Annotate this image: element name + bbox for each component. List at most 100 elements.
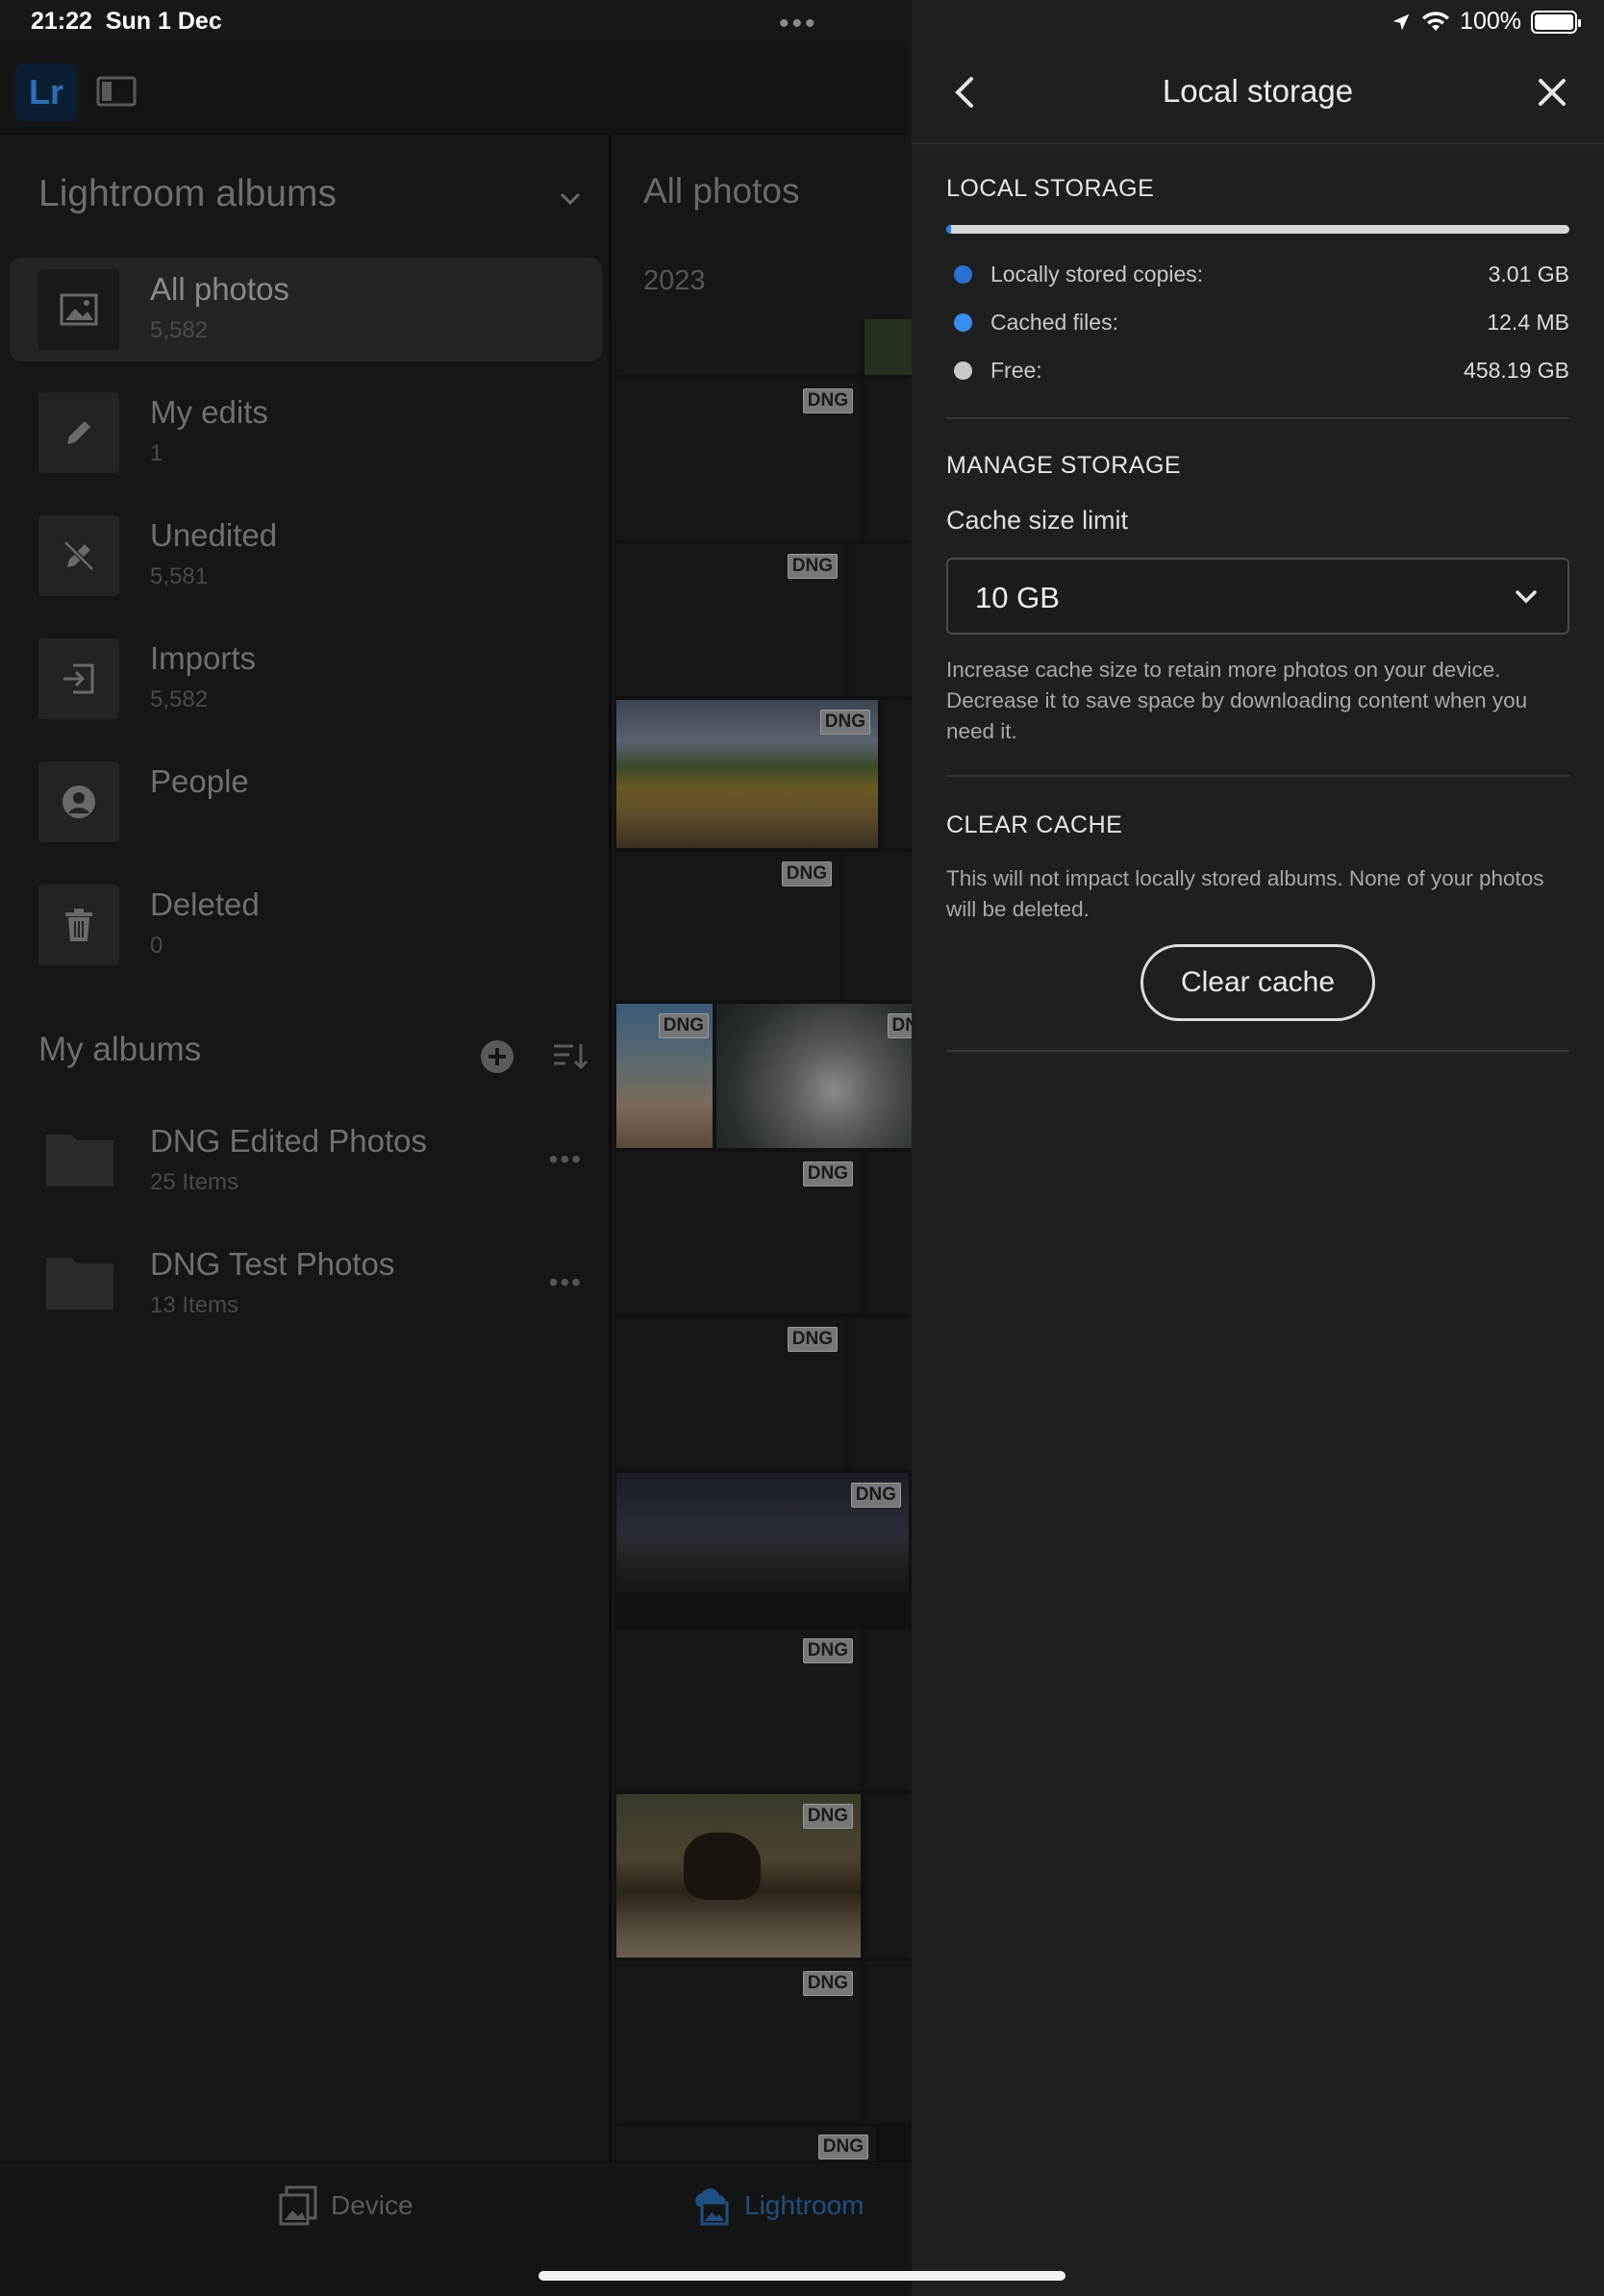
storage-usage-bar bbox=[946, 225, 1569, 234]
legend-row-cached-files: Cached files: 12.4 MB bbox=[946, 304, 1569, 342]
album-count: 0 bbox=[150, 933, 163, 959]
status-bar: 21:22 Sun 1 Dec ••• 100% bbox=[0, 0, 1604, 46]
album-count: 5,582 bbox=[150, 686, 209, 712]
local-storage-heading: LOCAL STORAGE bbox=[946, 175, 1155, 202]
photo-thumbnail[interactable]: DNG bbox=[616, 2127, 876, 2161]
photo-thumbnail[interactable]: DNG bbox=[616, 1317, 845, 1469]
clear-cache-button[interactable]: Clear cache bbox=[1140, 944, 1375, 1021]
photo-thumbnail[interactable] bbox=[882, 700, 912, 848]
my-albums-heading: My albums bbox=[38, 1031, 202, 1068]
photo-thumbnail[interactable]: DNG bbox=[616, 1961, 861, 2123]
photo-thumbnail[interactable] bbox=[843, 852, 912, 1000]
panel-header: Local storage bbox=[912, 46, 1604, 144]
panel-title: Local storage bbox=[1162, 73, 1354, 109]
dng-badge: DNG bbox=[802, 388, 853, 413]
album-item-my-edits[interactable]: My edits 1 bbox=[10, 381, 602, 485]
legend-dot bbox=[954, 265, 972, 284]
multitasking-dots[interactable]: ••• bbox=[779, 8, 818, 40]
cloud-photos-icon bbox=[695, 2188, 729, 2226]
album-name: Imports bbox=[150, 640, 257, 676]
photo-thumbnail[interactable]: DNG bbox=[616, 1794, 861, 1958]
pencil-off-icon bbox=[38, 515, 119, 596]
dng-badge: DNG bbox=[802, 1638, 853, 1663]
album-item-deleted[interactable]: Deleted 0 bbox=[10, 873, 602, 977]
album-count: 25 Items bbox=[150, 1169, 239, 1195]
album-more-icon[interactable]: ••• bbox=[549, 1267, 583, 1298]
album-item-unedited[interactable]: Unedited 5,581 bbox=[10, 504, 602, 608]
dng-badge: DN bbox=[887, 1013, 912, 1038]
album-name: All photos bbox=[150, 271, 289, 307]
cache-size-value: 10 GB bbox=[975, 581, 1060, 614]
photo-thumbnail[interactable] bbox=[849, 544, 912, 696]
sidebar-toggle-icon[interactable] bbox=[96, 75, 137, 108]
photo-thumbnail[interactable]: DNG bbox=[616, 1629, 861, 1790]
photo-thumbnail[interactable] bbox=[849, 1317, 912, 1469]
location-icon bbox=[1392, 13, 1410, 30]
legend-label: Cached files: bbox=[990, 310, 1118, 335]
photo-thumbnail[interactable] bbox=[865, 319, 912, 375]
add-album-icon[interactable] bbox=[479, 1038, 515, 1075]
photo-thumbnail[interactable]: DNG bbox=[616, 700, 878, 848]
album-item-people[interactable]: People bbox=[10, 750, 602, 854]
album-name: Deleted bbox=[150, 886, 260, 922]
legend-label: Free: bbox=[990, 358, 1042, 383]
tab-device-label: Device bbox=[331, 2190, 414, 2220]
chevron-down-icon[interactable] bbox=[554, 183, 587, 215]
divider bbox=[946, 1050, 1569, 1052]
photo-thumbnail[interactable]: DN bbox=[716, 1004, 912, 1148]
tab-lightroom-label: Lightroom bbox=[744, 2190, 865, 2220]
legend-value: 458.19 GB bbox=[1464, 358, 1569, 383]
manage-storage-heading: MANAGE STORAGE bbox=[946, 452, 1182, 479]
album-name: Unedited bbox=[150, 517, 278, 553]
album-item-dng-edited-photos[interactable]: DNG Edited Photos 25 Items ••• bbox=[10, 1110, 602, 1213]
lightroom-app: Lr Lightroom albums All photos 5,582 My … bbox=[0, 0, 912, 2296]
legend-dot bbox=[954, 362, 972, 380]
home-indicator[interactable] bbox=[539, 2271, 1065, 2281]
photo-thumbnail[interactable] bbox=[865, 1629, 912, 1790]
clear-cache-help: This will not impact locally stored albu… bbox=[946, 866, 1544, 921]
sort-icon[interactable] bbox=[552, 1040, 589, 1073]
dng-badge: DNG bbox=[781, 861, 832, 886]
photo-thumbnail[interactable]: DNG bbox=[616, 379, 861, 540]
photo-thumbnail[interactable] bbox=[865, 1152, 912, 1313]
photo-thumbnail[interactable] bbox=[865, 379, 912, 540]
dng-badge: DNG bbox=[850, 1483, 901, 1508]
divider bbox=[946, 775, 1569, 777]
photo-thumbnail[interactable]: DNG bbox=[616, 544, 845, 696]
status-time: 21:22 Sun 1 Dec bbox=[31, 8, 222, 35]
photo-thumbnail[interactable]: DNG bbox=[616, 1004, 713, 1148]
dng-badge: DNG bbox=[787, 554, 838, 579]
cache-size-label: Cache size limit bbox=[946, 506, 1129, 535]
album-more-icon[interactable]: ••• bbox=[549, 1144, 583, 1175]
album-count: 1 bbox=[150, 440, 163, 466]
tab-device[interactable]: Device bbox=[279, 2185, 414, 2226]
dng-badge: DNG bbox=[802, 1804, 853, 1829]
album-item-all-photos[interactable]: All photos 5,582 bbox=[10, 258, 602, 362]
dng-badge: DNG bbox=[819, 710, 870, 735]
photo-grid: All photos 2023 DNG DNG DNG DNG DNG DN D… bbox=[614, 135, 912, 2161]
wifi-icon bbox=[1422, 11, 1450, 31]
import-icon bbox=[38, 638, 119, 719]
storage-usage-fill bbox=[946, 225, 951, 234]
person-icon bbox=[38, 761, 119, 842]
photo-thumbnail[interactable] bbox=[865, 1961, 912, 2123]
battery-percent: 100% bbox=[1460, 8, 1521, 35]
close-icon[interactable] bbox=[1535, 75, 1569, 110]
grid-title: All photos bbox=[643, 171, 800, 211]
lightroom-albums-heading: Lightroom albums bbox=[38, 173, 337, 214]
clear-cache-heading: CLEAR CACHE bbox=[946, 811, 1123, 838]
album-name: My edits bbox=[150, 394, 268, 430]
app-top-bar: Lr bbox=[0, 46, 912, 135]
photo-thumbnail[interactable]: DNG bbox=[616, 1473, 909, 1598]
album-item-dng-test-photos[interactable]: DNG Test Photos 13 Items ••• bbox=[10, 1233, 602, 1336]
tab-lightroom[interactable]: Lightroom bbox=[689, 2185, 865, 2226]
photo-thumbnail[interactable] bbox=[616, 319, 861, 375]
photo-thumbnail[interactable] bbox=[865, 1794, 912, 1958]
photo-thumbnail[interactable]: DNG bbox=[616, 1152, 861, 1313]
dng-badge: DNG bbox=[787, 1327, 838, 1352]
cache-size-select[interactable]: 10 GB bbox=[946, 558, 1569, 635]
photo-thumbnail[interactable]: DNG bbox=[616, 852, 840, 1000]
device-photos-icon bbox=[279, 2185, 317, 2226]
cache-size-help: Increase cache size to retain more photo… bbox=[946, 658, 1528, 743]
album-item-imports[interactable]: Imports 5,582 bbox=[10, 627, 602, 731]
